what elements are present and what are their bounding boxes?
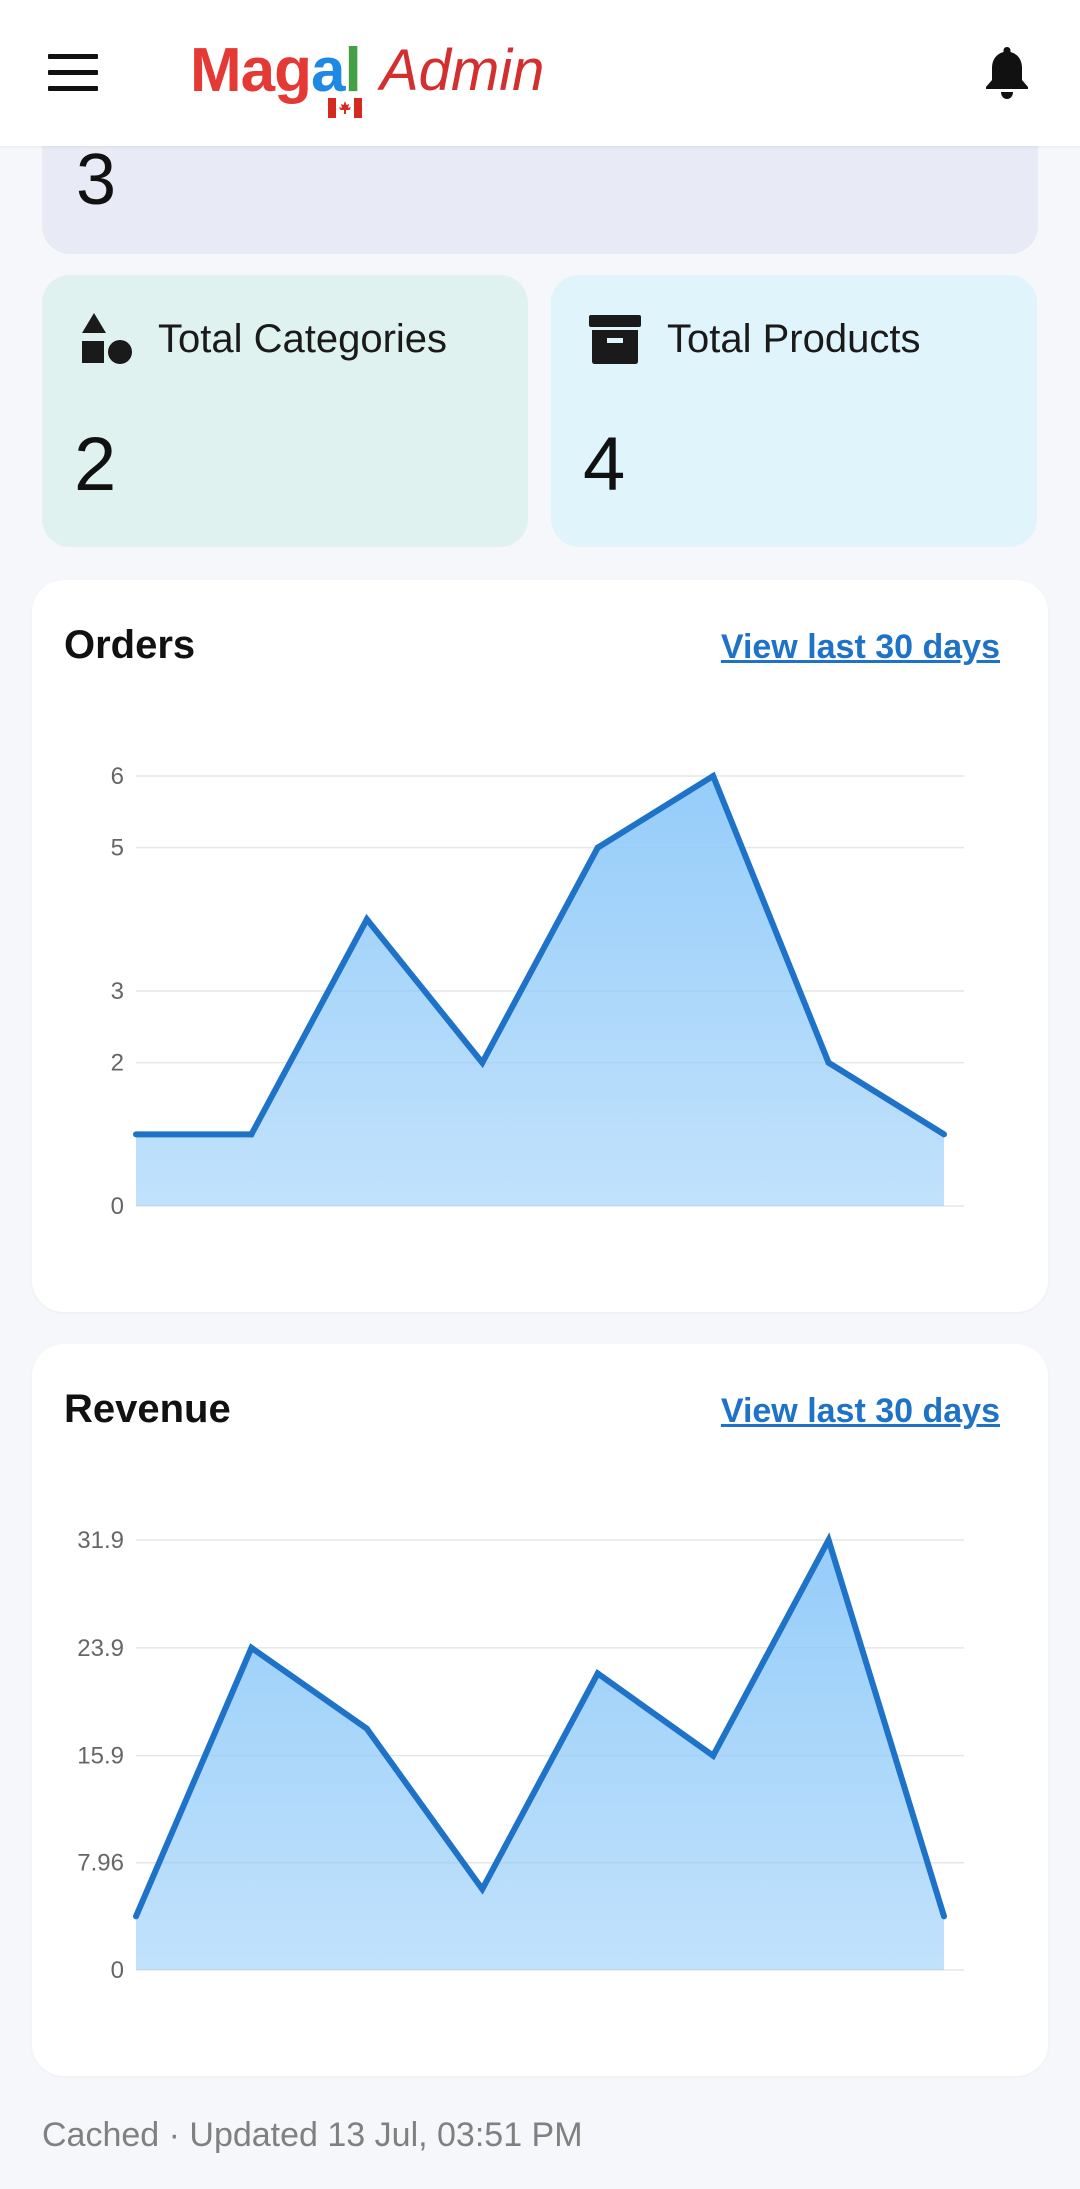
cache-status-text: Cached · Updated 13 Jul, 03:51 PM [42, 2116, 583, 2154]
y-tick-label: 5 [111, 835, 124, 862]
logo-brand: Magal [190, 34, 362, 108]
canada-flag-icon [328, 98, 362, 118]
y-tick-label: 31.9 [77, 1527, 124, 1554]
y-tick-label: 15.9 [77, 1743, 124, 1770]
revenue-view-last-30-days-link[interactable]: View last 30 days [721, 1384, 1000, 1438]
data-point [710, 773, 717, 779]
data-point [133, 1913, 139, 1920]
data-point [941, 1131, 947, 1138]
shapes-icon [82, 313, 132, 364]
data-point [479, 1886, 486, 1893]
revenue-chart-card: 0 7.96 15.9 23.9 31.9 Revenue View last 30 d… [32, 1344, 1048, 2076]
bell-icon[interactable] [982, 44, 1032, 100]
total-categories-card[interactable]: Total Categories 2 [42, 275, 528, 547]
stat-label: Total Categories [158, 317, 448, 361]
stat-value: 4 [583, 422, 626, 507]
stat-label: Total Products [667, 317, 921, 361]
data-point [363, 1725, 370, 1732]
y-tick-label: 6 [111, 763, 124, 790]
data-point [248, 1644, 255, 1651]
data-point [710, 1752, 717, 1759]
logo-letter: l [344, 36, 362, 105]
data-point [594, 844, 601, 851]
data-point [941, 1913, 947, 1920]
chart-title: Revenue [64, 1387, 231, 1431]
data-point [248, 1131, 255, 1138]
logo-admin-text: Admin [380, 38, 545, 103]
app-logo[interactable]: Magal Admin [190, 34, 590, 124]
data-point [133, 1131, 139, 1138]
y-tick-label: 7.96 [77, 1850, 124, 1877]
total-products-card[interactable]: Total Products 4 [551, 275, 1037, 547]
y-tick-label: 3 [111, 978, 124, 1005]
data-point [479, 1059, 486, 1066]
y-tick-label: 0 [111, 1957, 124, 1984]
archive-box-icon [589, 315, 641, 364]
logo-letter: Ma [190, 36, 275, 105]
y-tick-label: 23.9 [77, 1635, 124, 1662]
logo-letter: a [311, 36, 345, 105]
orders-chart: 0 2 3 5 6 [111, 763, 964, 1220]
data-point [594, 1670, 601, 1677]
logo-letter: g [274, 36, 312, 105]
data-point [363, 916, 370, 923]
app-header: Magal Admin [0, 0, 1080, 146]
chart-title: Orders [64, 623, 196, 667]
data-point [825, 1059, 832, 1066]
hamburger-menu-icon[interactable] [48, 54, 98, 92]
y-tick-label: 0 [111, 1193, 124, 1220]
orders-chart-card: 0 2 3 5 6 Orders View last 30 days [32, 580, 1048, 1312]
stat-value: 2 [74, 422, 117, 507]
revenue-chart: 0 7.96 15.9 23.9 31.9 [77, 1527, 964, 1984]
orders-view-last-30-days-link[interactable]: View last 30 days [721, 620, 1000, 674]
y-tick-label: 2 [111, 1050, 124, 1077]
data-point [825, 1537, 832, 1543]
